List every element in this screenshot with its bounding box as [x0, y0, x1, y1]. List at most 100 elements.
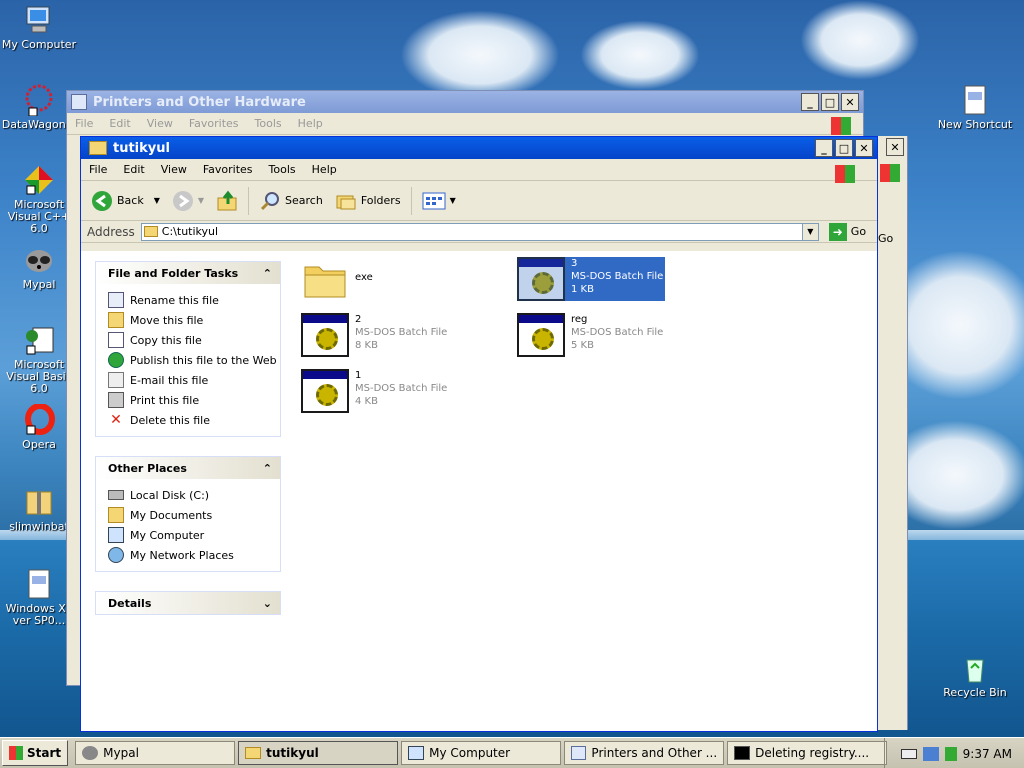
go-label: Go: [850, 225, 867, 238]
menu-favorites[interactable]: Favorites: [181, 117, 247, 130]
my-documents-icon: [108, 507, 124, 523]
task-email[interactable]: E-mail this file: [108, 370, 280, 390]
maximize-button[interactable]: □: [821, 93, 839, 111]
menu-view[interactable]: View: [153, 163, 195, 176]
go-button[interactable]: ➜ Go: [828, 222, 867, 241]
printers-titlebar[interactable]: Printers and Other Hardware _ □ ✕: [67, 91, 863, 113]
other-places-header[interactable]: Other Places ⌃: [96, 457, 280, 479]
file-name: 1: [355, 370, 362, 381]
chevron-down-icon[interactable]: ▼: [198, 196, 204, 205]
file-item-2[interactable]: 2 MS-DOS Batch File 8 KB: [301, 313, 447, 357]
folder-up-icon: [217, 190, 237, 210]
chevron-down-icon[interactable]: ▼: [450, 196, 456, 205]
keyboard-icon[interactable]: [900, 748, 917, 759]
search-icon: [260, 191, 280, 210]
menu-tools[interactable]: Tools: [247, 117, 290, 130]
task-copy[interactable]: Copy this file: [108, 330, 280, 350]
views-button[interactable]: ▼: [416, 185, 462, 217]
address-value: C:\tutikyul: [161, 225, 219, 238]
tutikyul-window[interactable]: tutikyul _ □ ✕ File Edit View Favorites …: [80, 136, 878, 732]
collapse-icon[interactable]: ⌃: [263, 462, 272, 475]
taskbar-item-tutikyul[interactable]: tutikyul: [238, 741, 399, 765]
printers-window-edge: ✕ Go: [876, 136, 908, 730]
zip-folder-icon: [23, 486, 55, 518]
menu-help[interactable]: Help: [304, 163, 345, 176]
menu-help[interactable]: Help: [290, 117, 331, 130]
details: Details ⌄: [95, 591, 281, 615]
shortcut-icon: [959, 84, 991, 116]
menu-file[interactable]: File: [81, 163, 115, 176]
task-delete[interactable]: ✕ Delete this file: [108, 410, 280, 430]
taskbar-item-printers[interactable]: Printers and Other ...: [564, 741, 725, 765]
up-button[interactable]: [210, 185, 244, 217]
back-go-label[interactable]: Go: [878, 232, 893, 245]
collapse-icon[interactable]: ⌃: [263, 267, 272, 280]
system-tray: 9:37 AM: [884, 738, 1024, 768]
taskbar-item-deleting-registry[interactable]: Deleting registry....: [727, 741, 888, 765]
menu-edit[interactable]: Edit: [101, 117, 138, 130]
back-button[interactable]: Back ▼: [85, 185, 166, 217]
task-rename[interactable]: Rename this file: [108, 290, 280, 310]
desktop-icon-new-shortcut[interactable]: New Shortcut: [936, 84, 1014, 131]
file-item-3[interactable]: 3 MS-DOS Batch File 1 KB: [517, 257, 666, 301]
computer-icon: [408, 746, 425, 760]
taskbar-item-mypal[interactable]: Mypal: [75, 741, 236, 765]
address-bar: Address C:\tutikyul ▼ ➜ Go: [81, 221, 877, 243]
menu-tools[interactable]: Tools: [261, 163, 304, 176]
taskbar-item-my-computer[interactable]: My Computer: [401, 741, 562, 765]
maximize-button[interactable]: □: [835, 139, 853, 157]
desktop-icon-my-computer[interactable]: My Computer: [0, 4, 78, 51]
file-size: 4 KB: [355, 396, 378, 407]
desktop-icon-recycle-bin[interactable]: Recycle Bin: [936, 652, 1014, 699]
email-icon: [108, 372, 124, 388]
network-icon[interactable]: [922, 746, 939, 761]
file-name: reg: [571, 314, 588, 325]
file-item-exe[interactable]: exe: [301, 257, 373, 301]
file-item-1[interactable]: 1 MS-DOS Batch File 4 KB: [301, 369, 447, 413]
menu-view[interactable]: View: [139, 117, 181, 130]
close-button[interactable]: ✕: [841, 93, 859, 111]
place-my-documents[interactable]: My Documents: [108, 505, 280, 525]
copy-icon: [108, 332, 124, 348]
minimize-button[interactable]: _: [801, 93, 819, 111]
file-name: 3: [571, 258, 578, 269]
printers-window-title: Printers and Other Hardware: [93, 94, 306, 110]
details-header[interactable]: Details ⌄: [96, 592, 280, 614]
computer-icon: [23, 4, 55, 36]
menu-favorites[interactable]: Favorites: [195, 163, 261, 176]
file-item-reg[interactable]: reg MS-DOS Batch File 5 KB: [517, 313, 663, 357]
file-folder-tasks-header[interactable]: File and Folder Tasks ⌃: [96, 262, 280, 284]
chevron-down-icon[interactable]: ▼: [154, 196, 160, 205]
place-local-disk[interactable]: Local Disk (C:): [108, 485, 280, 505]
tutikyul-titlebar[interactable]: tutikyul _ □ ✕: [81, 137, 877, 159]
task-move[interactable]: Move this file: [108, 310, 280, 330]
file-type: MS-DOS Batch File: [355, 327, 448, 338]
menu-edit[interactable]: Edit: [115, 163, 152, 176]
search-label: Search: [285, 194, 323, 207]
close-button[interactable]: ✕: [855, 139, 873, 157]
minimize-button[interactable]: _: [815, 139, 833, 157]
menu-file[interactable]: File: [67, 117, 101, 130]
clock[interactable]: 9:37 AM: [963, 747, 1012, 761]
computer-icon: [108, 527, 124, 543]
place-my-computer[interactable]: My Computer: [108, 525, 280, 545]
back-arrow-icon: [92, 190, 112, 211]
rename-icon: [108, 292, 124, 308]
start-button[interactable]: Start: [2, 740, 69, 766]
file-type: MS-DOS Batch File: [571, 327, 664, 338]
document-icon: [23, 568, 55, 600]
place-network[interactable]: My Network Places: [108, 545, 280, 565]
close-button-back[interactable]: ✕: [886, 138, 904, 156]
file-size: 1 KB: [571, 284, 594, 295]
address-input[interactable]: C:\tutikyul ▼: [140, 222, 819, 241]
task-print[interactable]: Print this file: [108, 390, 280, 410]
forward-button[interactable]: ▼: [166, 185, 210, 217]
file-name: 2: [355, 314, 362, 325]
hard-disk-icon: [108, 490, 124, 500]
search-button[interactable]: Search: [253, 185, 329, 217]
address-dropdown-button[interactable]: ▼: [801, 223, 818, 240]
folders-button[interactable]: Folders: [329, 185, 407, 217]
task-publish[interactable]: Publish this file to the Web: [108, 350, 280, 370]
volume-icon[interactable]: [944, 746, 957, 761]
expand-icon[interactable]: ⌄: [263, 597, 272, 610]
